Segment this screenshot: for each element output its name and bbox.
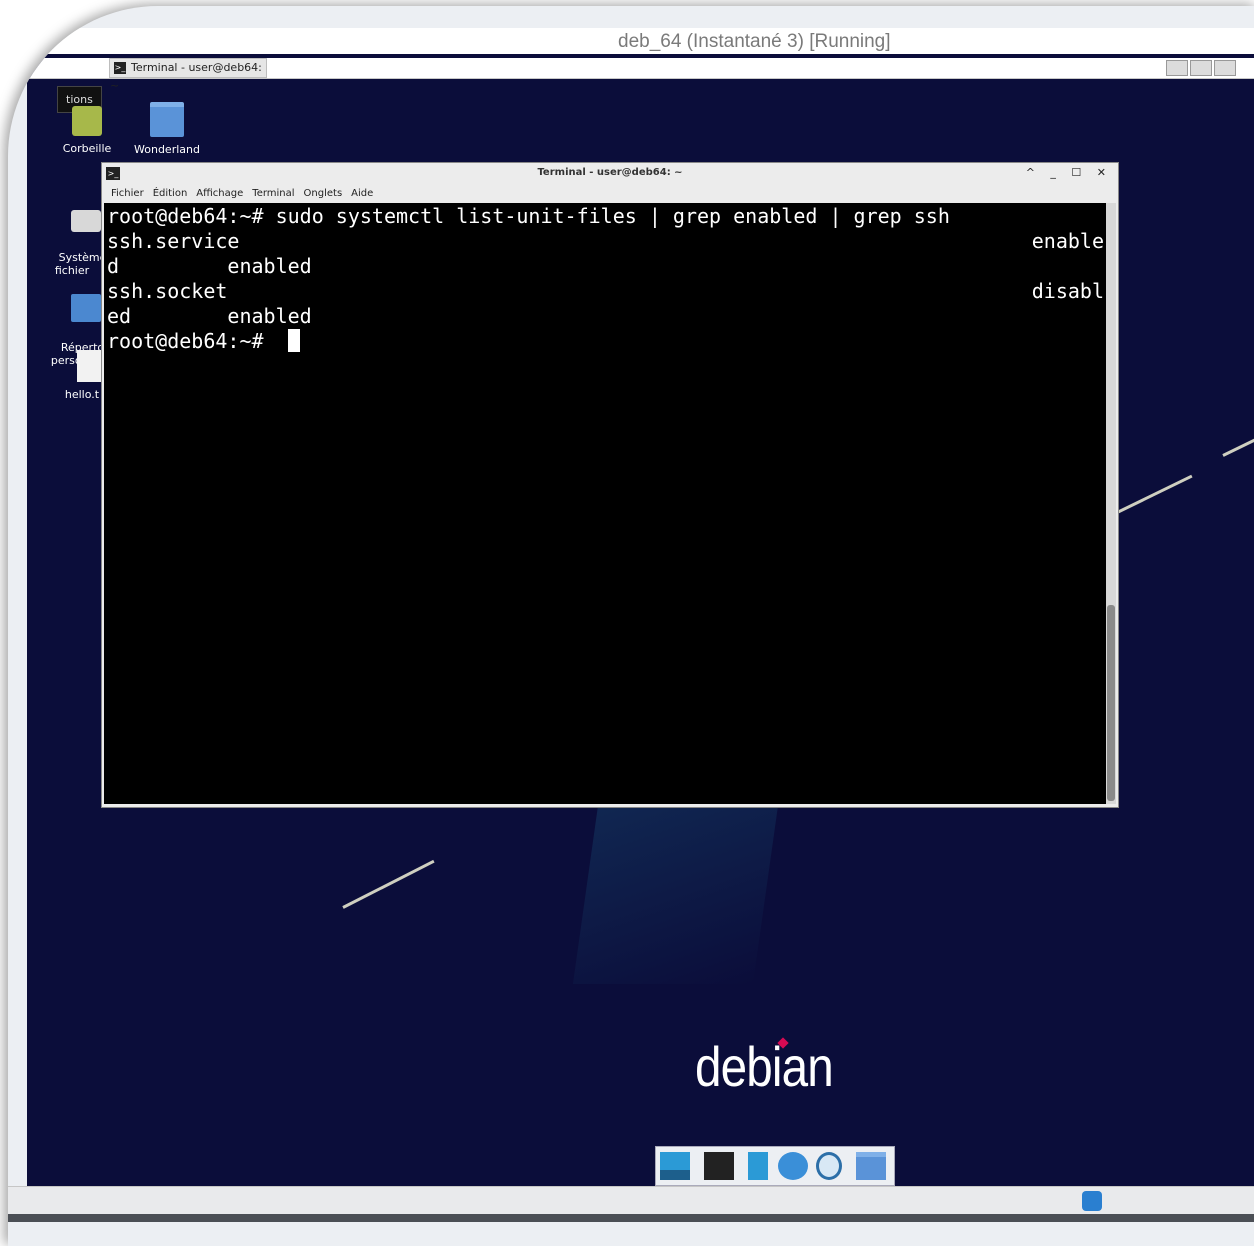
menu-onglets[interactable]: Onglets <box>304 185 343 203</box>
terminal-titlebar[interactable]: >_ Terminal - user@deb64: ~ ^ _ ☐ ✕ <box>102 163 1118 185</box>
window-controls[interactable]: ^ _ ☐ ✕ <box>1026 166 1112 179</box>
desktop-icon-hello[interactable]: hello.t <box>37 350 107 401</box>
terminal-icon[interactable] <box>704 1152 734 1180</box>
terminal-output[interactable]: root@deb64:~# sudo systemctl list-unit-f… <box>104 203 1106 804</box>
desktop-icon-label: hello.t <box>64 388 100 401</box>
show-desktop-icon[interactable] <box>660 1152 690 1180</box>
terminal-scrollbar-thumb[interactable] <box>1107 605 1115 801</box>
folder-icon <box>150 102 184 137</box>
terminal-line-wrap: disabl <box>1031 279 1104 303</box>
menu-affichage[interactable]: Affichage <box>196 185 243 203</box>
home-folder-icon <box>71 294 101 322</box>
terminal-menubar: Fichier Édition Affichage Terminal Onglets Ai… <box>102 185 1118 203</box>
guest-top-panel: >_ Terminal - user@deb64: ~ <box>27 58 1254 92</box>
menu-fichier[interactable]: Fichier <box>111 185 144 203</box>
workspace-3-button[interactable] <box>1214 60 1236 76</box>
taskbar-terminal-button[interactable]: >_ Terminal - user@deb64: ~ <box>109 58 267 92</box>
terminal-prompt-line: root@deb64:~# <box>107 329 300 354</box>
menu-edition[interactable]: Édition <box>153 185 188 203</box>
workspace-1-button[interactable] <box>1166 60 1188 76</box>
trash-icon <box>72 106 102 136</box>
terminal-window[interactable]: >_ Terminal - user@deb64: ~ ^ _ ☐ ✕ Fich… <box>101 162 1119 808</box>
screenshot-frame: deb_64 (Instantané 3) [Running] >_ Termin… <box>8 6 1254 1246</box>
workspace-2-button[interactable] <box>1190 60 1212 76</box>
desktop-icon-wonderland[interactable]: Wonderland <box>127 102 207 156</box>
wallpaper-streak <box>342 859 435 909</box>
terminal-line: d enabled <box>107 254 312 278</box>
virtualbox-statusbar <box>8 1186 1254 1217</box>
desktop-icon-label: Corbeille <box>62 142 112 155</box>
browser-icon[interactable] <box>778 1152 808 1180</box>
help-icon[interactable] <box>1082 1191 1102 1211</box>
file-manager-icon[interactable] <box>748 1152 768 1180</box>
terminal-title: Terminal - user@deb64: ~ <box>537 167 683 178</box>
menu-aide[interactable]: Aide <box>351 185 373 203</box>
window-title: deb_64 (Instantané 3) [Running] <box>618 31 891 52</box>
terminal-icon: >_ <box>114 62 126 74</box>
drive-icon <box>71 210 101 232</box>
terminal-line: ed enabled <box>107 304 312 328</box>
wallpaper-shape <box>572 784 782 984</box>
statusbar-edge <box>8 1214 1254 1222</box>
terminal-line: root@deb64:~# sudo systemctl list-unit-f… <box>107 204 950 228</box>
text-file-icon <box>77 350 101 382</box>
panel-tray <box>1164 60 1254 76</box>
debian-logo: debian <box>695 1035 834 1098</box>
wallpaper-streak <box>1110 474 1193 517</box>
wallpaper-streak <box>1222 436 1254 457</box>
terminal-cursor <box>287 329 300 352</box>
terminal-line: ssh.socket <box>107 279 228 303</box>
menu-terminal[interactable]: Terminal <box>252 185 294 203</box>
search-icon[interactable] <box>816 1152 842 1180</box>
guest-display[interactable]: >_ Terminal - user@deb64: ~ tions Corbeil… <box>27 54 1254 1186</box>
desktop-icon-label: Wonderland <box>134 143 200 156</box>
terminal-prompt: root@deb64:~# <box>107 329 276 353</box>
terminal-line: ssh.service <box>107 229 240 253</box>
folder-icon[interactable] <box>856 1152 886 1180</box>
terminal-line-wrap: enable <box>1031 229 1104 253</box>
dock <box>655 1146 895 1186</box>
desktop-icon-trash[interactable]: Corbeille <box>47 106 127 155</box>
taskbar-button-label: Terminal - user@deb64: ~ <box>110 61 262 92</box>
